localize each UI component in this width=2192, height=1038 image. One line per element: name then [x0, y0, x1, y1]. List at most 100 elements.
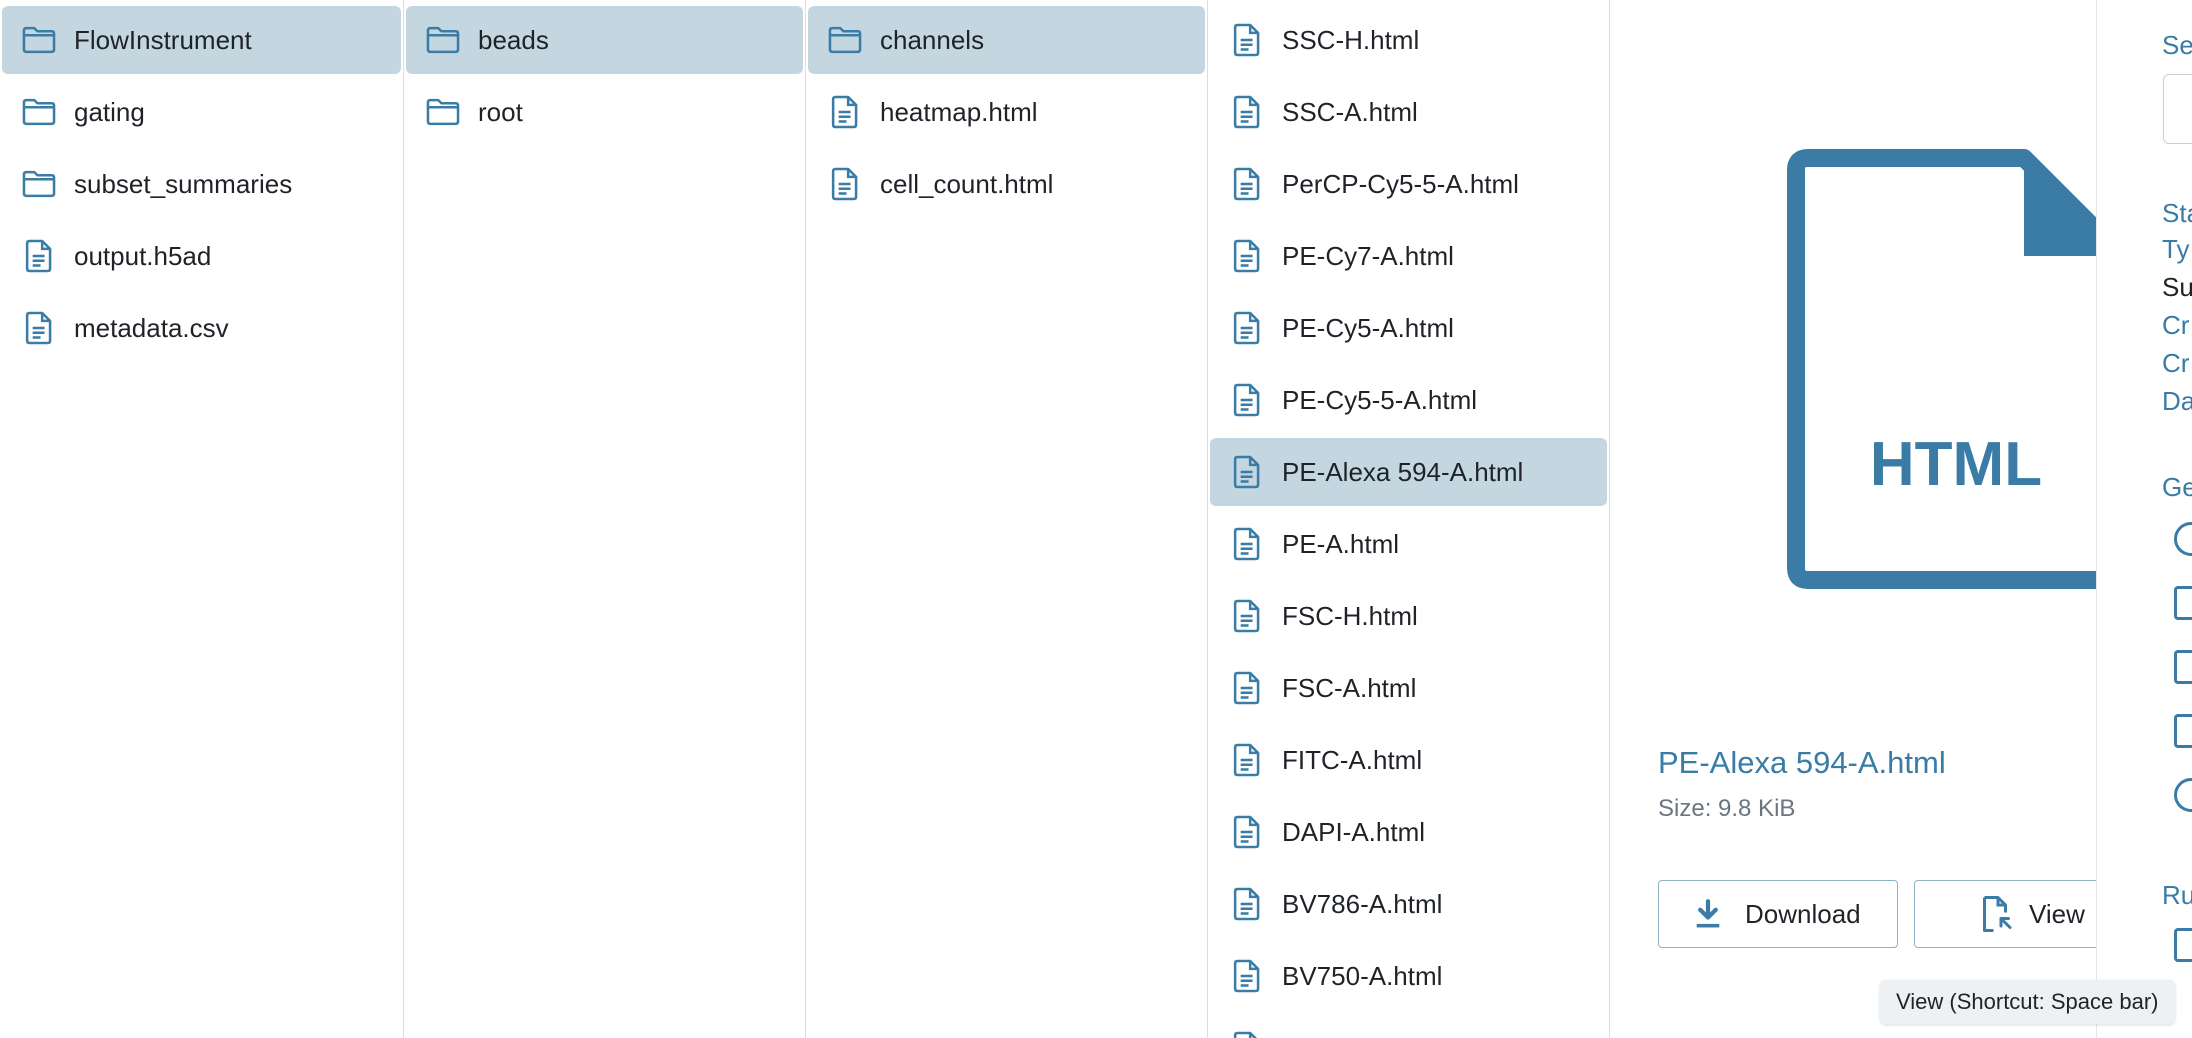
item-label: root: [478, 96, 523, 127]
preview-file-name: PE-Alexa 594-A.html: [1658, 745, 1946, 780]
item-label: PE-Cy5-5-A.html: [1282, 384, 1478, 415]
column-channels[interactable]: SSC-H.html SSC-A.html PerCP-Cy5-5-A.html PE…: [1208, 0, 1610, 1038]
item-label: BV750-A.html: [1282, 960, 1443, 991]
file-icon: [826, 165, 864, 203]
view-button-clip: View: [1914, 880, 2096, 948]
column-root: FlowInstrument gating subset_summariesoutp…: [0, 0, 404, 1038]
item-label: PE-Alexa 594-A.html: [1282, 456, 1524, 487]
file-item[interactable]: PerCP-Cy5-5-A.html: [1210, 150, 1607, 218]
folder-icon: [826, 21, 864, 59]
file-icon: [1228, 669, 1266, 707]
column-flowinstrument: beads root: [404, 0, 806, 1038]
file-item[interactable]: PE-A.html: [1210, 510, 1607, 578]
file-item[interactable]: PE-Alexa 594-A.html: [1210, 438, 1607, 506]
file-item[interactable]: BV786-A.html: [1210, 870, 1607, 938]
item-label: subset_summaries: [74, 168, 293, 199]
file-item[interactable]: cell_count.html: [808, 150, 1205, 218]
file-item[interactable]: FSC-H.html: [1210, 582, 1607, 650]
file-icon: [1228, 453, 1266, 491]
item-label: BV786-A.html: [1282, 888, 1443, 919]
folder-icon: [20, 93, 58, 131]
item-label: gating: [74, 96, 145, 127]
file-item[interactable]: SSC-A.html: [1210, 78, 1607, 146]
details-label: Se: [2162, 30, 2192, 60]
item-label: output.h5ad: [74, 240, 212, 271]
file-icon: [1228, 93, 1266, 131]
folder-item[interactable]: gating: [2, 78, 401, 146]
view-shortcut-tooltip: View (Shortcut: Space bar): [1880, 980, 2175, 1024]
details-labels: Se Sta Ty Su Cr Cr Da Ge Ru: [2096, 0, 2192, 1038]
item-label: FlowInstrument: [74, 24, 252, 55]
file-icon: [1228, 597, 1266, 635]
file-item[interactable]: [1210, 1014, 1607, 1038]
view-file-icon: [1977, 894, 2013, 934]
file-item[interactable]: DAPI-A.html: [1210, 798, 1607, 866]
file-icon: [20, 237, 58, 275]
database-icon: [2174, 522, 2192, 556]
file-icon: [1228, 165, 1266, 203]
file-icon: [1228, 309, 1266, 347]
folder-item[interactable]: subset_summaries: [2, 150, 401, 218]
item-label: FSC-A.html: [1282, 672, 1417, 703]
folder-icon: [20, 165, 58, 203]
file-icon: [1228, 957, 1266, 995]
file-item[interactable]: PE-Cy5-A.html: [1210, 294, 1607, 362]
download-button[interactable]: Download: [1658, 880, 1898, 948]
details-label: Ty: [2162, 234, 2190, 264]
preview-file-size: Size: 9.8 KiB: [1658, 795, 1796, 822]
file-item[interactable]: output.h5ad: [2, 222, 401, 290]
details-label: Sta: [2162, 198, 2192, 228]
list-icon: [2174, 714, 2192, 748]
folder-icon: [424, 93, 462, 131]
file-item[interactable]: FITC-A.html: [1210, 726, 1607, 794]
sliders-icon: [2174, 650, 2192, 684]
details-label: Cr: [2162, 348, 2190, 378]
file-type-badge: HTML: [1870, 430, 2042, 499]
column-beads: channels heatmap.html cell_count.html: [806, 0, 1208, 1038]
item-label: FITC-A.html: [1282, 744, 1423, 775]
file-icon: [1228, 741, 1266, 779]
file-item[interactable]: FSC-A.html: [1210, 654, 1607, 722]
folder-item[interactable]: channels: [808, 6, 1205, 74]
file-icon: [1228, 885, 1266, 923]
details-label: Da: [2162, 386, 2192, 416]
item-label: channels: [880, 24, 985, 55]
details-label: Su: [2162, 272, 2192, 302]
folder-icon: [424, 21, 462, 59]
item-label: heatmap.html: [880, 96, 1038, 127]
download-label: Download: [1745, 898, 1861, 929]
file-item[interactable]: BV750-A.html: [1210, 942, 1607, 1010]
info-icon: [2174, 778, 2192, 812]
details-label: Cr: [2162, 310, 2190, 340]
details-label: Ge: [2162, 472, 2192, 502]
file-icon: [826, 93, 864, 131]
view-button[interactable]: View: [1914, 880, 2096, 948]
item-label: DAPI-A.html: [1282, 816, 1426, 847]
chip-icon: [2174, 586, 2192, 620]
item-label: PE-A.html: [1282, 528, 1400, 559]
file-icon: [1228, 21, 1266, 59]
item-label: FSC-H.html: [1282, 600, 1418, 631]
item-label: SSC-A.html: [1282, 96, 1418, 127]
download-icon: [1691, 897, 1725, 931]
folder-icon: [20, 21, 58, 59]
file-item[interactable]: PE-Cy5-5-A.html: [1210, 366, 1607, 434]
file-icon: [1228, 1029, 1266, 1038]
item-label: PerCP-Cy5-5-A.html: [1282, 168, 1519, 199]
folder-item[interactable]: root: [406, 78, 803, 146]
file-icon: [1228, 813, 1266, 851]
file-item[interactable]: heatmap.html: [808, 78, 1205, 146]
folder-item[interactable]: FlowInstrument: [2, 6, 401, 74]
file-item[interactable]: metadata.csv: [2, 294, 401, 362]
file-item[interactable]: SSC-H.html: [1210, 6, 1607, 74]
item-label: PE-Cy7-A.html: [1282, 240, 1454, 271]
item-label: cell_count.html: [880, 168, 1054, 199]
file-item[interactable]: PE-Cy7-A.html: [1210, 222, 1607, 290]
file-icon: [20, 309, 58, 347]
folder-item[interactable]: beads: [406, 6, 803, 74]
item-label: metadata.csv: [74, 312, 229, 343]
item-label: beads: [478, 24, 549, 55]
file-icon: [1228, 525, 1266, 563]
item-label: SSC-H.html: [1282, 24, 1420, 55]
file-icon: [1228, 237, 1266, 275]
